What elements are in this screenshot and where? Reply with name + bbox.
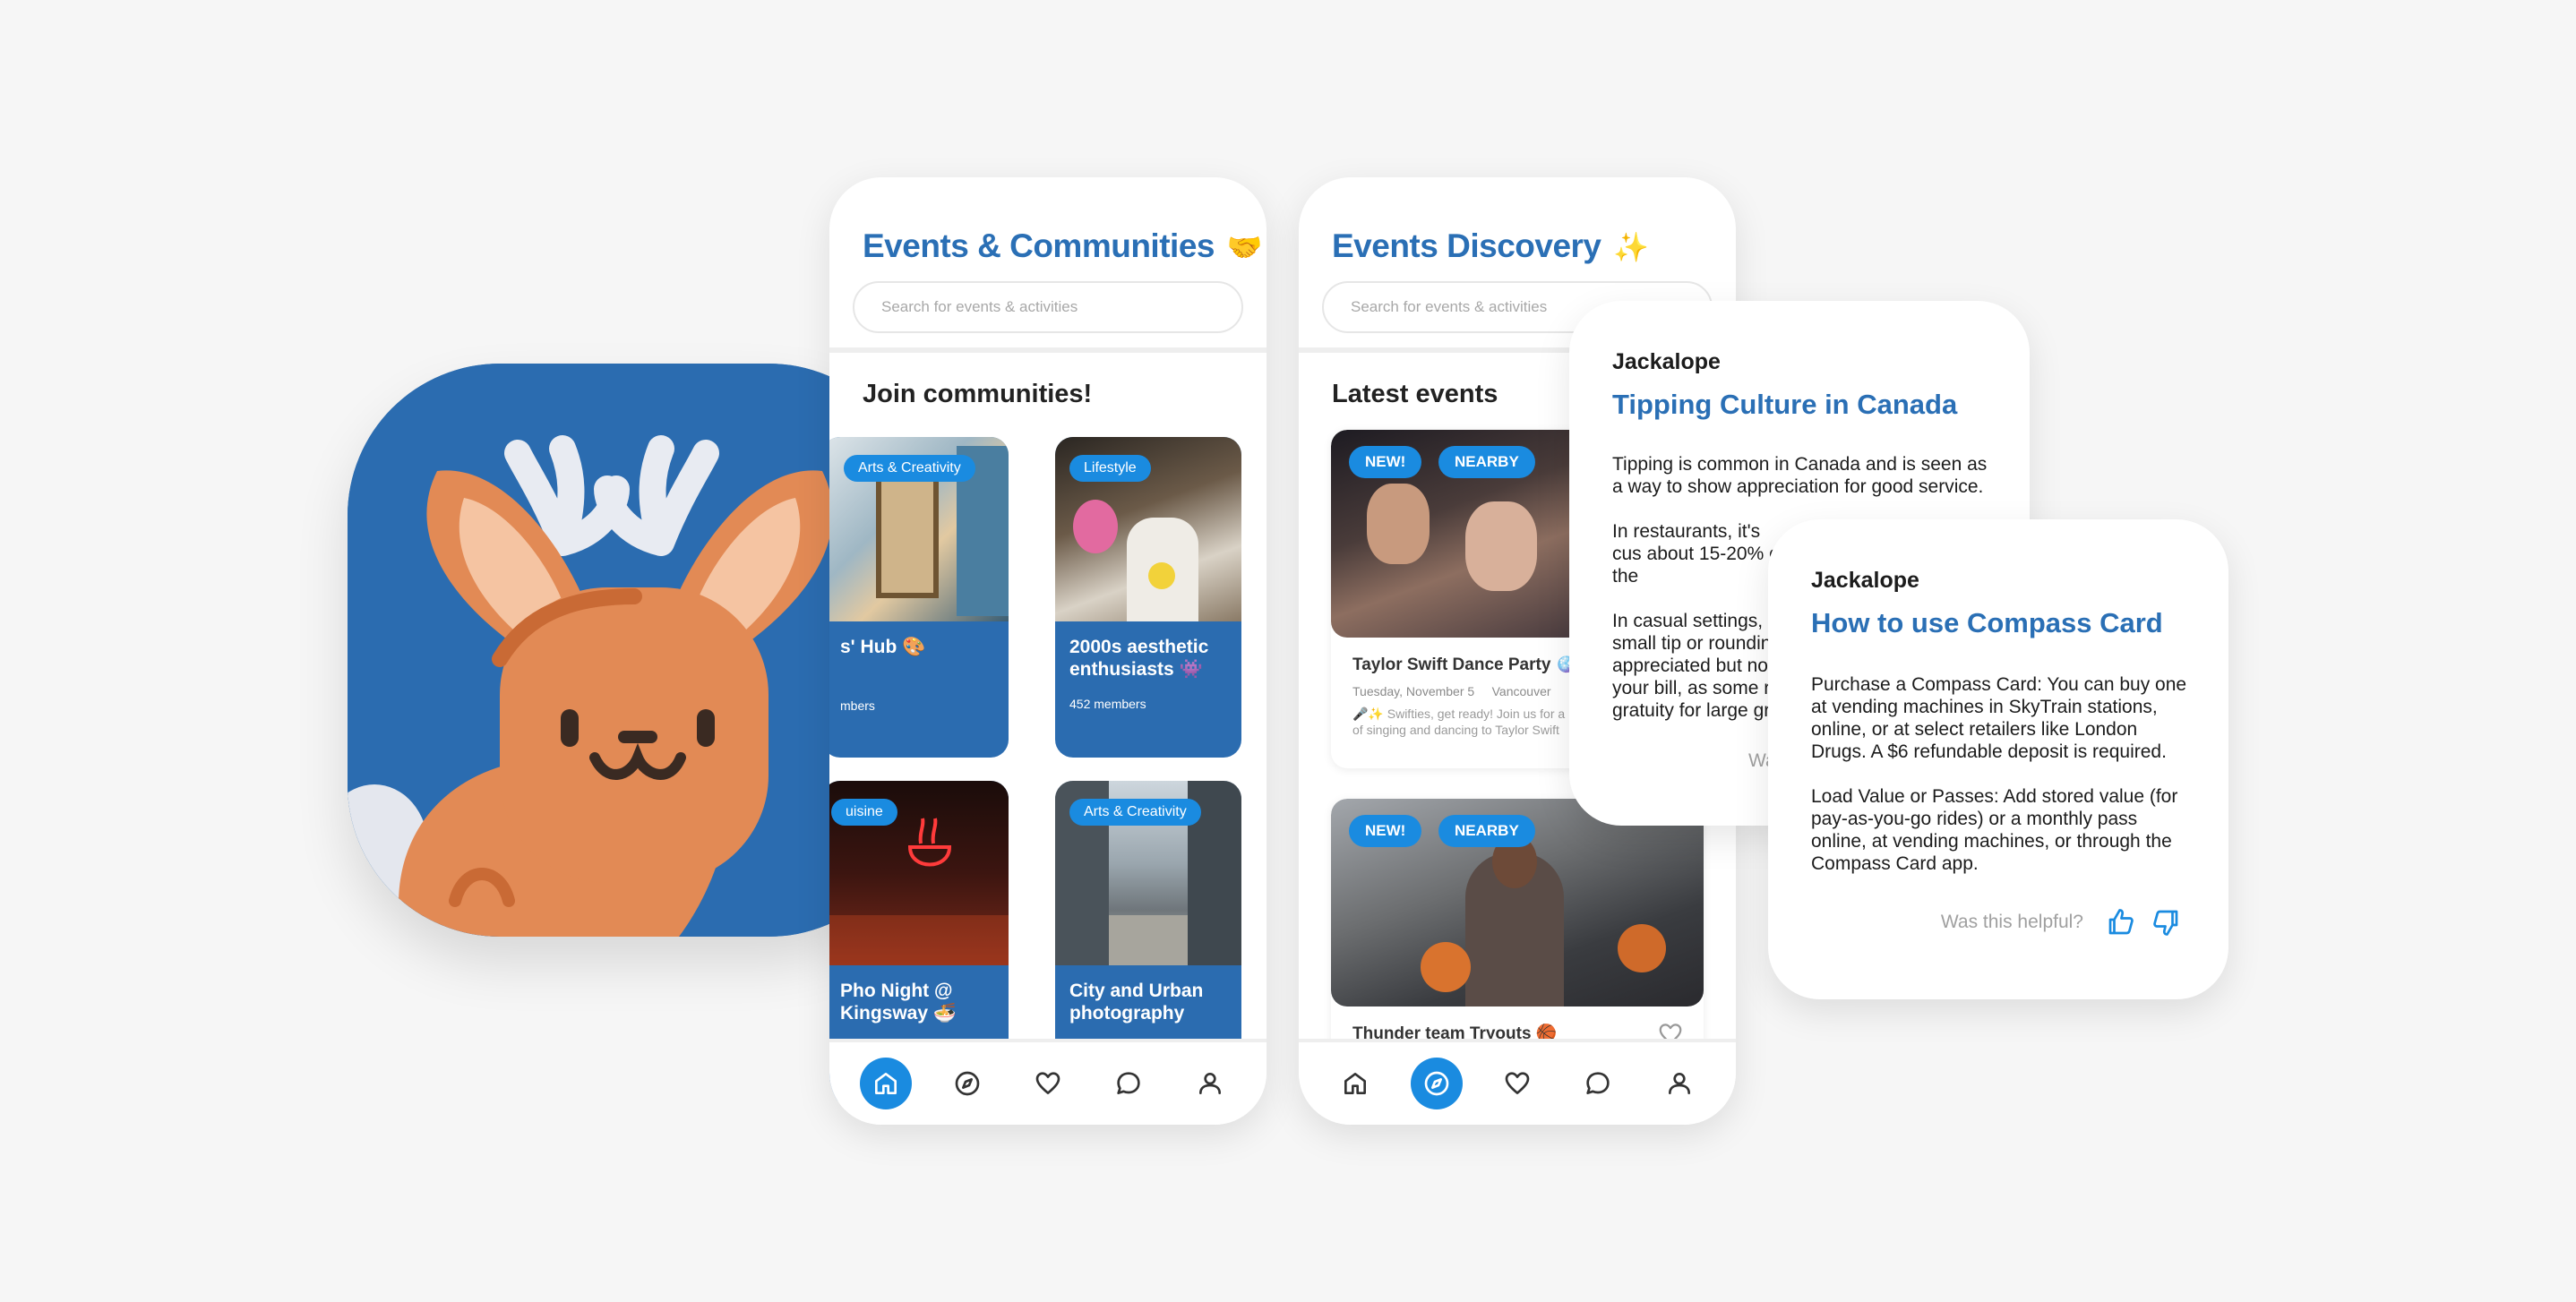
community-name: City and Urban photography bbox=[1069, 981, 1204, 1024]
neon-bowl-sign bbox=[907, 818, 952, 867]
compass-icon bbox=[1424, 1071, 1448, 1096]
sparkles-emoji: ✨ bbox=[1613, 231, 1649, 263]
photo-shape bbox=[1465, 501, 1537, 591]
community-tile[interactable]: Lifestyle 2000s aesthetic enthusiasts 👾 … bbox=[1055, 437, 1241, 758]
nav-chat[interactable] bbox=[1572, 1058, 1624, 1109]
helpful-label: Was this helpful? bbox=[1940, 912, 2083, 932]
basketball-shape bbox=[1618, 924, 1666, 972]
event-image: NEW! NEARBY bbox=[1331, 799, 1704, 1006]
section-title: Latest events bbox=[1332, 380, 1498, 408]
chat-paragraph: Tipping is common in Canada and is seen … bbox=[1612, 454, 1988, 497]
nav-discover[interactable] bbox=[941, 1058, 993, 1109]
home-icon bbox=[875, 1073, 897, 1094]
chat-icon bbox=[1586, 1072, 1610, 1094]
nav-discover[interactable] bbox=[1410, 1058, 1463, 1109]
search-input[interactable] bbox=[853, 281, 1243, 333]
page-title-text: Events & Communities bbox=[863, 227, 1215, 264]
thumbs-down-icon[interactable] bbox=[2150, 906, 2182, 938]
feedback-row: Was this helpful? bbox=[1941, 906, 2182, 938]
handshake-emoji: 🤝 bbox=[1226, 231, 1263, 263]
nav-home[interactable] bbox=[1329, 1058, 1381, 1109]
community-name: s' Hub 🎨 bbox=[840, 637, 926, 657]
heart-icon bbox=[1505, 1072, 1530, 1094]
nav-favorites[interactable] bbox=[1491, 1058, 1543, 1109]
community-name: 2000s aesthetic enthusiasts 👾 bbox=[1069, 637, 1209, 680]
category-tag: Lifestyle bbox=[1069, 455, 1151, 482]
category-tag: uisine bbox=[831, 799, 897, 826]
chat-paragraph: Load Value or Passes: Add stored value (… bbox=[1811, 786, 2178, 874]
new-badge: NEW! bbox=[1349, 815, 1422, 847]
event-location: Vancouver bbox=[1491, 684, 1551, 698]
heart-icon bbox=[1035, 1072, 1060, 1094]
photo-shape bbox=[1148, 562, 1175, 589]
chat-title: How to use Compass Card bbox=[1811, 607, 2163, 638]
photo-shape bbox=[1073, 500, 1118, 553]
nav-profile[interactable] bbox=[1184, 1058, 1236, 1109]
chat-brand: Jackalope bbox=[1811, 568, 1919, 593]
event-date: Tuesday, November 5 bbox=[1352, 684, 1475, 698]
page-title: Events & Communities 🤝 bbox=[863, 227, 1263, 265]
member-count: mbers bbox=[840, 698, 875, 713]
compass-icon bbox=[955, 1071, 979, 1096]
member-count: 452 members bbox=[1069, 697, 1146, 711]
chat-answer-card: Jackalope How to use Compass Card Purcha… bbox=[1768, 519, 2228, 999]
nearby-badge: NEARBY bbox=[1438, 815, 1535, 847]
basketball-shape bbox=[1421, 942, 1471, 992]
table-light bbox=[829, 915, 1009, 965]
category-tag: Arts & Creativity bbox=[1069, 799, 1201, 826]
nav-favorites[interactable] bbox=[1022, 1058, 1074, 1109]
home-icon bbox=[1344, 1073, 1367, 1094]
chat-body: Purchase a Compass Card: You can buy one… bbox=[1811, 673, 2196, 897]
page-title-text: Events Discovery bbox=[1332, 227, 1601, 264]
phone-header: Events & Communities 🤝 bbox=[829, 177, 1267, 353]
profile-icon bbox=[1198, 1073, 1221, 1094]
community-tile[interactable]: Arts & Creativity s' Hub 🎨 mbers bbox=[829, 437, 1009, 758]
category-tag: Arts & Creativity bbox=[844, 455, 975, 482]
chat-paragraph: Purchase a Compass Card: You can buy one… bbox=[1811, 674, 2187, 762]
bottom-nav bbox=[829, 1039, 1267, 1125]
page-title: Events Discovery ✨ bbox=[1332, 227, 1649, 265]
bottom-nav bbox=[1299, 1039, 1736, 1125]
photo-shape bbox=[1367, 484, 1430, 564]
artwork-frame bbox=[876, 473, 939, 598]
nav-chat[interactable] bbox=[1103, 1058, 1155, 1109]
chat-icon bbox=[1117, 1072, 1141, 1094]
section-title: Join communities! bbox=[863, 380, 1093, 408]
event-card[interactable]: NEW! NEARBY Thunder team Tryouts 🏀 bbox=[1331, 799, 1704, 1067]
new-badge: NEW! bbox=[1349, 446, 1422, 478]
chat-brand: Jackalope bbox=[1612, 349, 1721, 374]
nav-home[interactable] bbox=[860, 1058, 913, 1109]
nearby-badge: NEARBY bbox=[1438, 446, 1535, 478]
chat-title: Tipping Culture in Canada bbox=[1612, 389, 1958, 420]
profile-icon bbox=[1668, 1073, 1690, 1094]
chat-paragraph: In casual settings, lik small tip or rou… bbox=[1612, 611, 1786, 721]
chat-paragraph: In restaurants, it's cus about 15-20% of… bbox=[1612, 521, 1785, 587]
street bbox=[1109, 915, 1188, 965]
phone-communities: Events & Communities 🤝 Join communities!… bbox=[829, 177, 1267, 1125]
thumbs-up-icon[interactable] bbox=[2105, 906, 2137, 938]
nav-profile[interactable] bbox=[1653, 1058, 1705, 1109]
community-name: Pho Night @ Kingsway 🍜 bbox=[840, 981, 957, 1024]
